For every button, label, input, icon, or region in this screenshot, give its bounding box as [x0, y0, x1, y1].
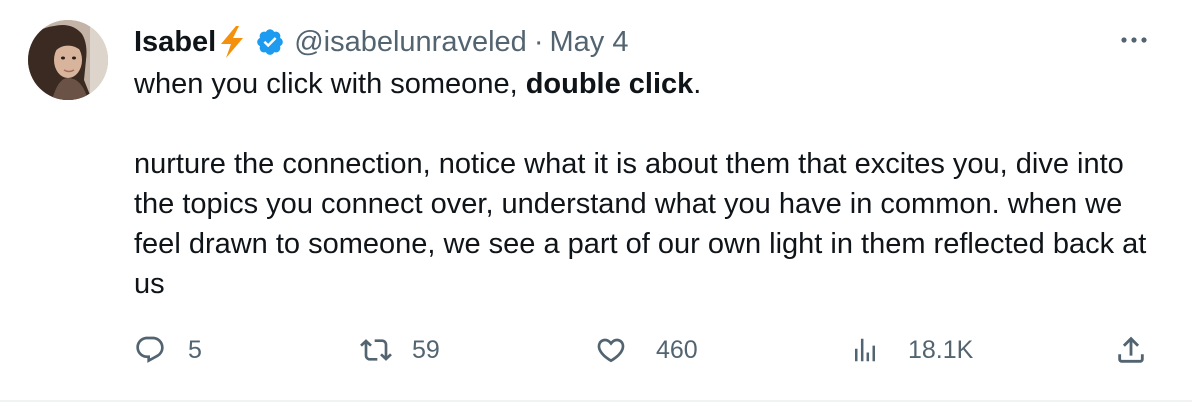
tweet-actions: 5 59 460 18.1K [0, 330, 1192, 370]
views-count: 18.1K [908, 335, 974, 364]
like-button[interactable]: 460 [594, 330, 698, 370]
reply-button[interactable]: 5 [134, 330, 202, 370]
separator-dot: · [533, 26, 544, 58]
tweet-text-bold: double click [525, 68, 694, 100]
avatar[interactable] [28, 20, 108, 100]
lightning-bolt-icon [217, 25, 247, 59]
retweet-icon [360, 339, 392, 361]
tweet-text-prefix: when you click with someone, [134, 68, 526, 100]
tweet-text-suffix: . [693, 68, 702, 100]
like-count: 460 [656, 335, 698, 364]
views-button[interactable]: 18.1K [850, 330, 973, 370]
tweet-header: Isabel @isabelunraveled · May 4 [134, 22, 628, 62]
reply-count: 5 [188, 335, 202, 364]
retweet-button[interactable]: 59 [356, 330, 440, 370]
author-display-name[interactable]: Isabel [134, 22, 216, 62]
reply-icon [136, 336, 164, 363]
tweet[interactable]: Isabel @isabelunraveled · May 4 when you… [0, 0, 1192, 402]
share-button[interactable] [1114, 330, 1148, 370]
tweet-date[interactable]: May 4 [549, 22, 628, 62]
tweet-text-line-1: when you click with someone, double clic… [134, 64, 1164, 104]
heart-icon [597, 338, 625, 363]
avatar-photo [28, 20, 108, 100]
verified-badge-icon[interactable] [255, 27, 285, 57]
author-handle[interactable]: @isabelunraveled [294, 22, 527, 62]
retweet-count: 59 [412, 335, 440, 364]
ellipsis-icon [1121, 37, 1147, 43]
share-icon [1118, 336, 1144, 363]
more-options-button[interactable] [1116, 28, 1152, 52]
tweet-text-paragraph-2: nurture the connection, notice what it i… [134, 148, 1147, 300]
tweet-text: when you click with someone, double clic… [134, 64, 1164, 304]
analytics-icon [855, 338, 875, 362]
